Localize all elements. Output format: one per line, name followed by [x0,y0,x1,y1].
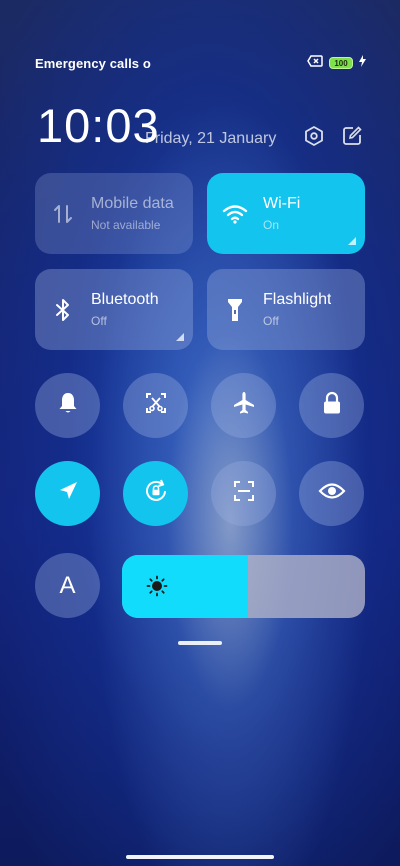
status-bar-carrier-text: Emergency calls o [35,56,151,71]
sun-icon [146,575,168,602]
edit-icon[interactable] [340,124,364,148]
tile-label: Flashlight [263,291,332,308]
tile-label: Bluetooth [91,291,159,308]
tile-wifi[interactable]: Wi-Fi On [207,173,365,254]
rotation-lock-button[interactable] [123,461,188,526]
tile-label: Wi-Fi [263,195,301,212]
no-sim-icon [307,54,323,72]
mobile-data-arrows-icon [35,202,91,226]
auto-brightness-button[interactable]: A [35,553,100,618]
silent-toggle-button[interactable] [35,373,100,438]
bell-icon [57,391,79,420]
tile-status: Off [263,314,279,328]
scan-frame-icon [232,479,256,508]
location-button[interactable] [35,461,100,526]
auto-rotate-lock-icon [142,477,170,510]
clock-time: 10:03 [37,99,160,152]
charging-bolt-icon [359,54,366,72]
lock-screen-button[interactable] [299,373,364,438]
tile-mobile-data[interactable]: Mobile data Not available [35,173,193,254]
tile-flashlight[interactable]: Flashlight Off [207,269,365,350]
tile-status: On [263,218,280,232]
tile-label: Mobile data [91,195,174,212]
home-indicator[interactable] [126,855,274,859]
tile-status: Off [91,314,107,328]
expand-corner-icon[interactable] [348,237,356,245]
auto-brightness-label: A [59,571,76,599]
bluetooth-icon [35,298,91,322]
screenshot-button[interactable] [123,373,188,438]
location-arrow-icon [57,480,79,507]
wifi-icon [207,204,263,224]
battery-icon: 100 [329,57,353,69]
screenshot-scissors-icon [144,391,168,420]
eye-icon [318,481,346,506]
scanner-button[interactable] [211,461,276,526]
clock-date: Friday, 21 January [145,130,277,147]
airplane-mode-button[interactable] [211,373,276,438]
lock-icon [322,391,342,420]
tile-status: Not available [91,218,161,232]
brightness-slider[interactable] [122,555,365,618]
brightness-fill [122,555,249,618]
reading-mode-button[interactable] [299,461,364,526]
panel-drag-handle[interactable] [178,641,222,645]
settings-hexagon-icon[interactable] [302,124,326,148]
expand-corner-icon[interactable] [176,333,184,341]
tile-bluetooth[interactable]: Bluetooth Off [35,269,193,350]
flashlight-icon [207,297,263,323]
airplane-icon [231,390,257,421]
status-bar-icons: 100 [307,54,366,72]
